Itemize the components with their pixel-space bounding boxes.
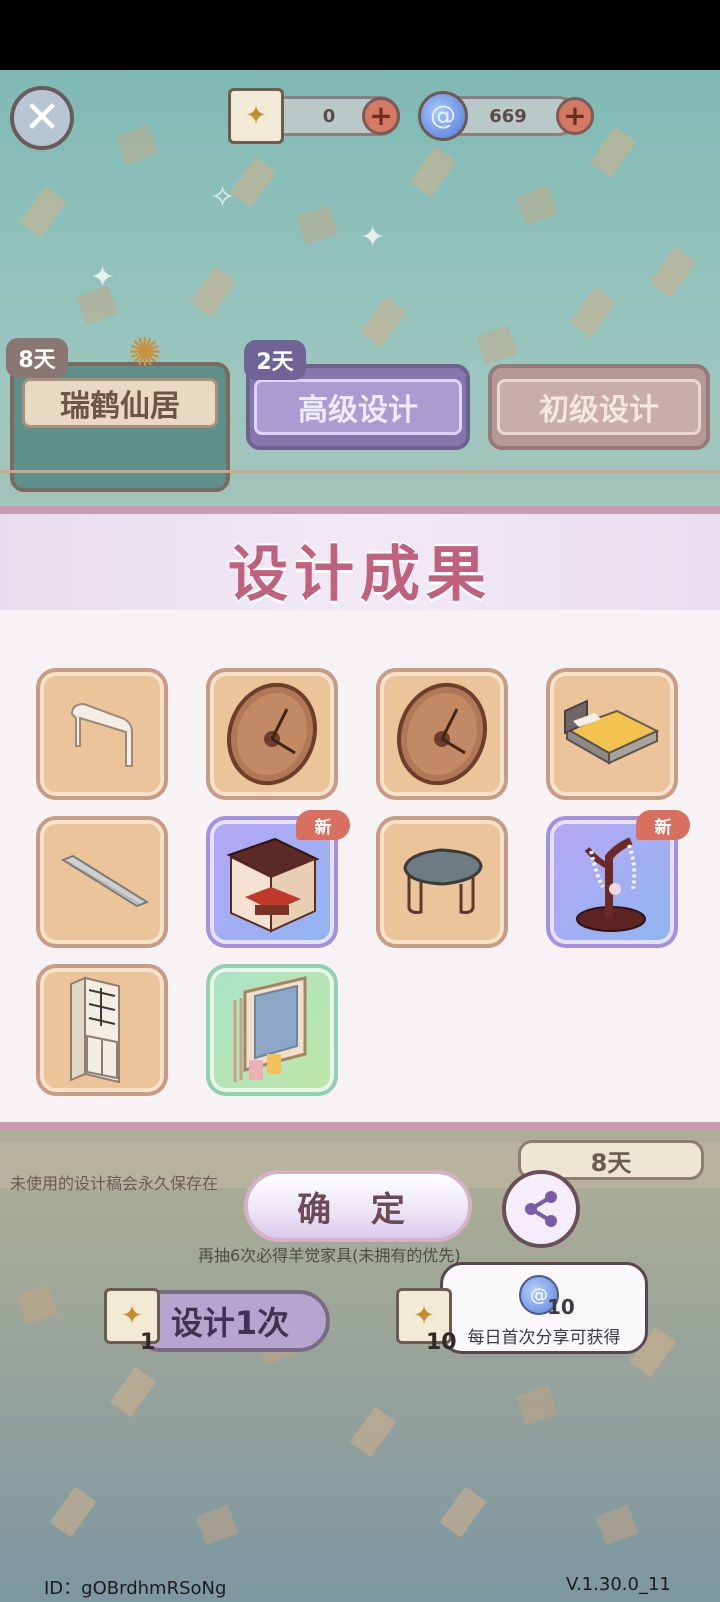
reward-item[interactable]	[206, 964, 338, 1096]
share-button[interactable]	[502, 1170, 580, 1248]
confirm-button[interactable]: 确 定	[244, 1170, 472, 1242]
reward-item[interactable]: 新	[546, 810, 690, 948]
plus-icon: +	[369, 99, 393, 132]
new-badge: 新	[296, 810, 350, 840]
tab-label: 初级设计	[497, 379, 701, 435]
tab-divider	[0, 470, 720, 473]
jewelry-tree-icon	[576, 837, 646, 932]
reward-item[interactable]	[36, 668, 168, 800]
bench-icon	[70, 702, 133, 767]
cabinet-icon	[70, 976, 120, 1084]
tab-basic-design[interactable]: 初级设计	[488, 364, 710, 450]
crane-scroll-icon: ✦	[228, 88, 284, 144]
tab-days-badge: 2天	[244, 340, 306, 380]
share-icon	[525, 1191, 557, 1227]
bed-icon	[564, 699, 660, 765]
mirror-icon	[233, 976, 307, 1082]
version-label: V.1.30.0_11	[566, 1574, 671, 1595]
player-id: ID：gOBrdhmRSoNg	[44, 1578, 227, 1599]
tab-label: 瑞鹤仙居	[22, 378, 218, 428]
add-gem-button[interactable]: +	[556, 97, 594, 135]
draw-hint: 再抽6次必得羊觉家具(未拥有的优先)	[198, 1246, 461, 1265]
tab-label: 高级设计	[254, 379, 462, 435]
reward-item[interactable]	[36, 816, 168, 948]
gem-count: 669	[489, 105, 527, 127]
close-button[interactable]: ✕	[10, 86, 74, 150]
plus-icon: +	[563, 99, 587, 132]
reward-item[interactable]: 新	[206, 810, 350, 948]
crane-emblem-icon: ✺	[128, 330, 162, 376]
tab-days-badge: 8天	[6, 338, 68, 378]
reward-item[interactable]	[376, 668, 508, 800]
clock-icon	[226, 682, 318, 786]
reward-item[interactable]	[36, 964, 168, 1096]
panel-icon	[60, 854, 150, 908]
clock-icon	[396, 682, 488, 786]
design-once-label: 设计1次	[170, 1304, 290, 1342]
new-badge: 新	[636, 810, 690, 840]
close-icon: ✕	[23, 92, 61, 143]
tooltip-amount: 10	[547, 1295, 575, 1319]
save-notice: 未使用的设计稿会永久保存在	[10, 1174, 219, 1193]
add-scroll-button[interactable]: +	[362, 97, 400, 135]
design-once-count: 1	[140, 1330, 156, 1355]
tooltip-text: 每日首次分享可获得	[467, 1328, 621, 1348]
share-reward-tooltip: @ 10 每日首次分享可获得	[440, 1262, 648, 1354]
stool-icon	[403, 848, 483, 914]
reward-item[interactable]	[546, 668, 678, 800]
design-result-modal: 设计成果 新 新	[0, 506, 720, 1130]
reward-item[interactable]	[206, 668, 338, 800]
reward-item[interactable]	[376, 816, 508, 948]
confirm-label: 确 定	[297, 1189, 419, 1230]
design-once-button[interactable]: 设计1次	[130, 1290, 330, 1352]
right-days-label: 8天	[590, 1148, 632, 1177]
modal-title: 设计成果	[228, 540, 492, 610]
scroll-count: 0	[322, 105, 336, 127]
canopy-bed-icon	[226, 837, 320, 933]
design-ten-count: 10	[426, 1330, 457, 1355]
swirl-gem-icon: @	[418, 91, 468, 141]
